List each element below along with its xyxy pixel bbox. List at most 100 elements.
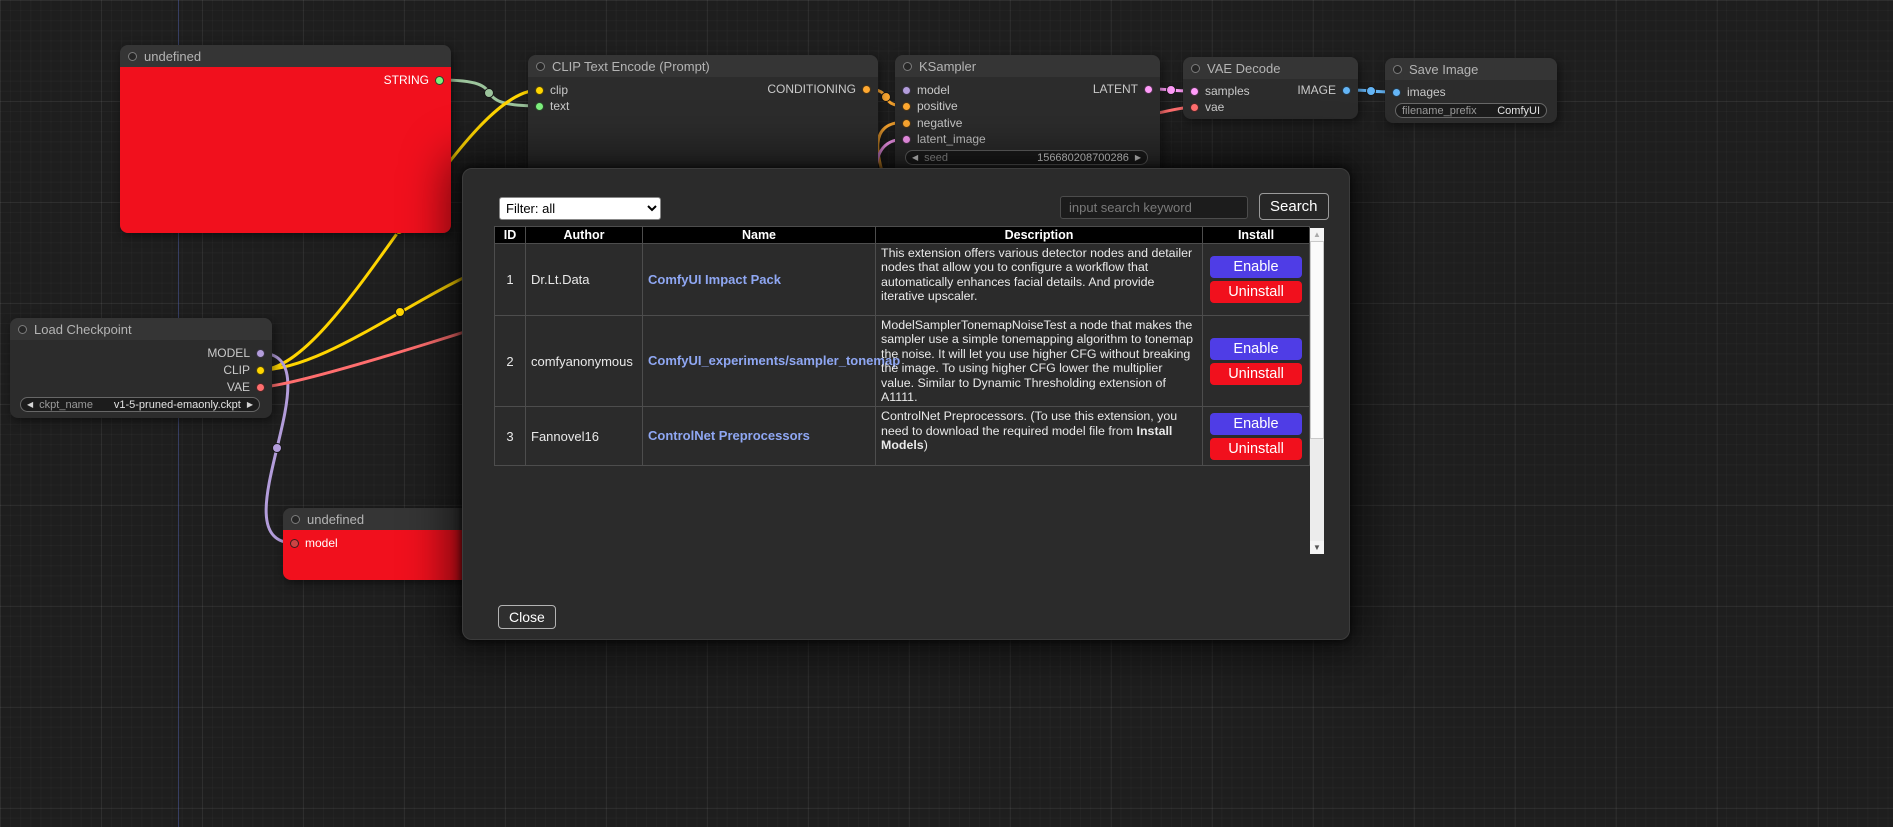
scroll-up-icon[interactable]: ▲ [1310,228,1324,241]
filter-select[interactable]: Filter: all [499,197,661,220]
node-ksampler[interactable]: KSampler model positive negative latent_… [895,55,1160,175]
input-slot-model[interactable] [290,539,299,548]
input-slot-positive[interactable] [902,102,911,111]
cell-author: comfyanonymous [526,316,643,407]
node-header[interactable]: KSampler [895,55,1160,77]
cell-description: This extension offers various detector n… [876,244,1203,316]
collapse-dot-icon[interactable] [1393,65,1402,74]
output-slot-model[interactable] [256,349,265,358]
node-title: KSampler [919,59,976,74]
extension-link[interactable]: ComfyUI Impact Pack [648,272,781,287]
input-label: images [1407,85,1446,99]
table-scrollbar[interactable]: ▲ ▼ [1310,228,1324,554]
collapse-dot-icon[interactable] [536,62,545,71]
extension-link[interactable]: ControlNet Preprocessors [648,428,810,443]
node-title: Load Checkpoint [34,322,132,337]
output-label: IMAGE [1297,83,1336,97]
enable-button[interactable]: Enable [1210,413,1302,435]
cell-id: 1 [495,244,526,316]
input-label: model [305,536,338,550]
output-slot-clip[interactable] [256,366,265,375]
enable-button[interactable]: Enable [1210,256,1302,278]
collapse-dot-icon[interactable] [903,62,912,71]
widget-value[interactable]: ComfyUI [1497,105,1540,117]
cell-id: 3 [495,407,526,466]
decrement-arrow-icon[interactable]: ◀ [27,401,33,409]
node-load-checkpoint[interactable]: Load Checkpoint MODEL CLIP VAE ◀ ckpt_na… [10,318,272,418]
collapse-dot-icon[interactable] [1191,64,1200,73]
increment-arrow-icon[interactable]: ▶ [247,401,253,409]
input-slot-model[interactable] [902,86,911,95]
close-button[interactable]: Close [498,605,556,629]
output-label: STRING [384,73,429,87]
node-header[interactable]: undefined [283,508,483,530]
collapse-dot-icon[interactable] [128,52,137,61]
decrement-arrow-icon[interactable]: ◀ [912,154,918,162]
node-vae-decode[interactable]: VAE Decode samples vae IMAGE [1183,57,1358,119]
output-slot-vae[interactable] [256,383,265,392]
node-undefined-bottom[interactable]: undefined model [283,508,483,580]
uninstall-button[interactable]: Uninstall [1210,438,1302,460]
node-title: VAE Decode [1207,61,1280,76]
search-button[interactable]: Search [1259,193,1329,220]
table-row: 1 Dr.Lt.Data ComfyUI Impact Pack This ex… [495,244,1310,316]
node-title: undefined [307,512,364,527]
node-header[interactable]: Save Image [1385,58,1557,80]
output-label: LATENT [1093,82,1138,96]
input-label: samples [1205,84,1250,98]
scroll-down-icon[interactable]: ▼ [1310,541,1324,554]
node-title: CLIP Text Encode (Prompt) [552,59,710,74]
custom-nodes-manager-dialog: Filter: all Search ID Author Name Descri… [462,168,1350,640]
widget-value[interactable]: 156680208700286 [1037,152,1129,164]
node-undefined-top[interactable]: undefined STRING [120,45,451,233]
input-slot-text[interactable] [535,102,544,111]
collapse-dot-icon[interactable] [291,515,300,524]
cell-id: 2 [495,316,526,407]
node-canvas[interactable]: undefined STRING CLIP Text Encode (Promp… [0,0,1893,827]
output-label: CLIP [223,363,250,377]
extension-link[interactable]: ComfyUI_experiments/sampler_tonemap [648,353,900,368]
cell-install: Enable Uninstall [1203,316,1310,407]
node-title: undefined [144,49,201,64]
header-name: Name [643,227,876,244]
input-label: clip [550,83,568,97]
input-slot-images[interactable] [1392,88,1401,97]
input-slot-latent-image[interactable] [902,135,911,144]
node-header[interactable]: VAE Decode [1183,57,1358,79]
input-slot-clip[interactable] [535,86,544,95]
output-slot-latent[interactable] [1144,85,1153,94]
input-label: vae [1205,100,1224,114]
input-label: text [550,99,569,113]
table-row: 3 Fannovel16 ControlNet Preprocessors Co… [495,407,1310,466]
input-slot-samples[interactable] [1190,87,1199,96]
cell-author: Fannovel16 [526,407,643,466]
uninstall-button[interactable]: Uninstall [1210,281,1302,303]
table-row: 2 comfyanonymous ComfyUI_experiments/sam… [495,316,1310,407]
output-slot-string[interactable] [435,76,444,85]
output-slot-conditioning[interactable] [862,85,871,94]
node-header[interactable]: undefined [120,45,451,67]
extensions-table-container: ID Author Name Description Install 1 Dr.… [494,226,1324,554]
collapse-dot-icon[interactable] [18,325,27,334]
enable-button[interactable]: Enable [1210,338,1302,360]
ckpt-name-widget[interactable]: ◀ ckpt_name v1-5-pruned-emaonly.ckpt ▶ [20,397,260,412]
node-header[interactable]: Load Checkpoint [10,318,272,340]
output-slot-image[interactable] [1342,86,1351,95]
scrollbar-thumb[interactable] [1310,241,1324,439]
widget-value[interactable]: v1-5-pruned-emaonly.ckpt [114,399,241,411]
table-header-row: ID Author Name Description Install [495,227,1310,244]
seed-widget[interactable]: ◀ seed 156680208700286 ▶ [905,150,1148,165]
node-title: Save Image [1409,62,1478,77]
input-slot-negative[interactable] [902,119,911,128]
header-id: ID [495,227,526,244]
search-input[interactable] [1060,196,1248,219]
uninstall-button[interactable]: Uninstall [1210,363,1302,385]
increment-arrow-icon[interactable]: ▶ [1135,154,1141,162]
output-label: CONDITIONING [767,82,856,96]
cell-description: ControlNet Preprocessors. (To use this e… [876,407,1203,466]
input-slot-vae[interactable] [1190,103,1199,112]
widget-label: seed [924,152,948,164]
node-header[interactable]: CLIP Text Encode (Prompt) [528,55,878,77]
filename-prefix-widget[interactable]: filename_prefix ComfyUI [1395,103,1547,118]
node-save-image[interactable]: Save Image images filename_prefix ComfyU… [1385,58,1557,123]
